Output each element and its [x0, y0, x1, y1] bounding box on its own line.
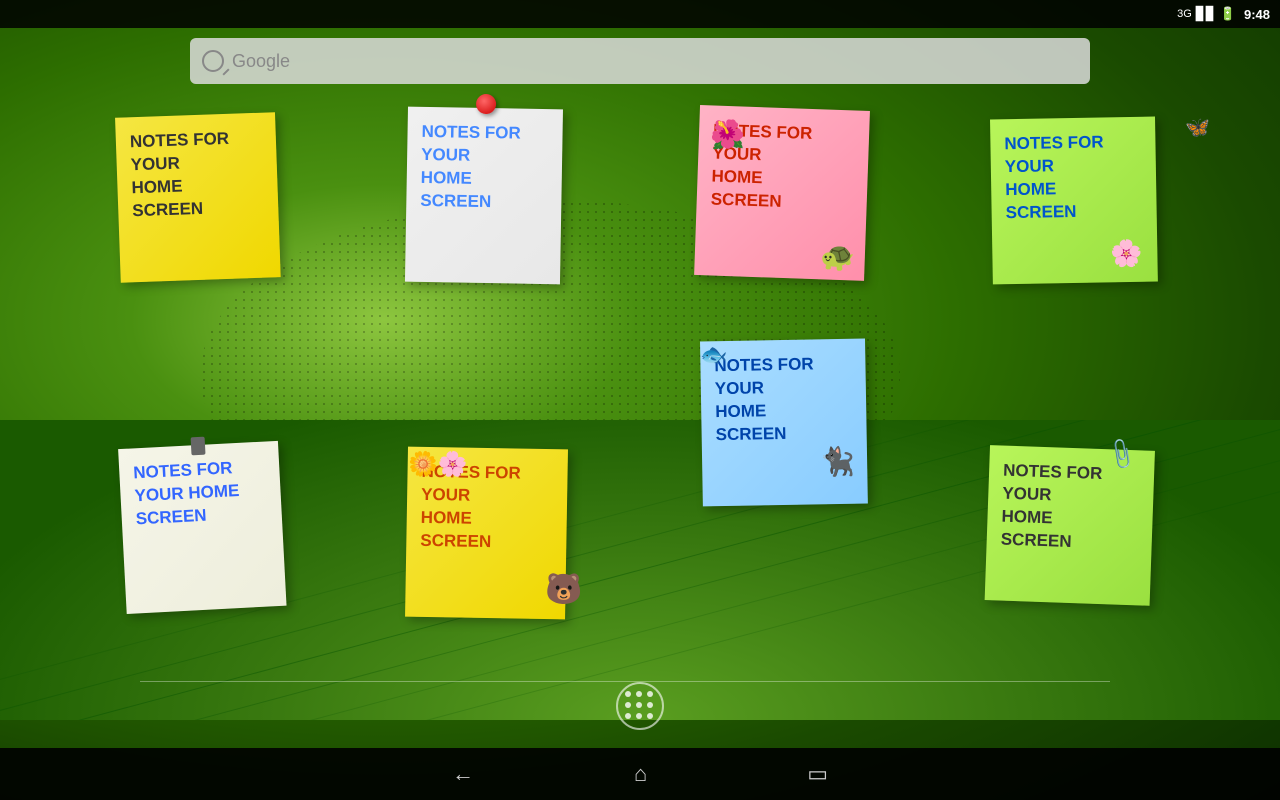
note-8-text: NOTES FORYOURHOMESCREEN [1000, 460, 1142, 557]
note-4-text: NOTES FORYOURHOMESCREEN [1004, 131, 1145, 225]
dot-8 [636, 713, 642, 719]
sticky-note-8[interactable]: 📎 NOTES FORYOURHOMESCREEN [985, 445, 1155, 606]
flower-sticker-2: 🌸 [1110, 238, 1142, 269]
dot-5 [636, 702, 642, 708]
nav-bar: ← ⌂ ▭ [0, 748, 1280, 800]
sticky-note-5[interactable]: NOTES FORYOUR HOMESCREEN [118, 441, 286, 614]
note-2-text: NOTES FORYOURHOMESCREEN [420, 121, 551, 215]
search-icon [202, 50, 224, 72]
dot-4 [625, 702, 631, 708]
cat-sticker: 🐈‍⬛ [820, 445, 855, 478]
signal-icon: 3G [1177, 8, 1192, 20]
dot-6 [647, 702, 653, 708]
note-7-text: NOTES FORYOURHOMESCREEN [714, 353, 855, 447]
flower-sticker-1: 🌺 [710, 118, 745, 151]
clock: 9:48 [1244, 7, 1270, 22]
turtle-sticker: 🐢 [820, 240, 855, 273]
red-pin [475, 94, 495, 114]
gray-pin [191, 437, 206, 456]
recents-button[interactable]: ▭ [807, 761, 828, 787]
bear-sticker: 🐻 [545, 572, 582, 607]
dots-grid [625, 691, 655, 721]
fish-sticker: 🐟 [700, 342, 727, 368]
dot-7 [625, 713, 631, 719]
sticky-note-1[interactable]: NOTES FORYOURHOMESCREEN [115, 112, 281, 282]
back-button[interactable]: ← [452, 761, 474, 787]
search-bar[interactable]: Google [190, 38, 1090, 84]
dot-1 [625, 691, 631, 697]
butterfly-sticker: 🦋 [1185, 115, 1210, 140]
note-1-text: NOTES FORYOURHOMESCREEN [130, 127, 267, 223]
status-icons: 3G ▊▊ 🔋 9:48 [1177, 6, 1270, 22]
search-placeholder: Google [232, 51, 290, 72]
home-button[interactable]: ⌂ [634, 761, 647, 787]
battery-icon: 🔋 [1220, 6, 1236, 22]
wifi-icon: ▊▊ [1196, 6, 1216, 22]
app-drawer-button[interactable] [616, 682, 664, 730]
dot-2 [636, 691, 642, 697]
status-bar: 3G ▊▊ 🔋 9:48 [0, 0, 1280, 28]
page-indicator-line [140, 681, 1110, 682]
dot-9 [647, 713, 653, 719]
dot-3 [647, 691, 653, 697]
flowers-blue-sticker: 🌼🌸 [408, 450, 468, 479]
sticky-note-2[interactable]: NOTES FORYOURHOMESCREEN [405, 107, 563, 285]
note-5-text: NOTES FORYOUR HOMESCREEN [133, 455, 270, 531]
